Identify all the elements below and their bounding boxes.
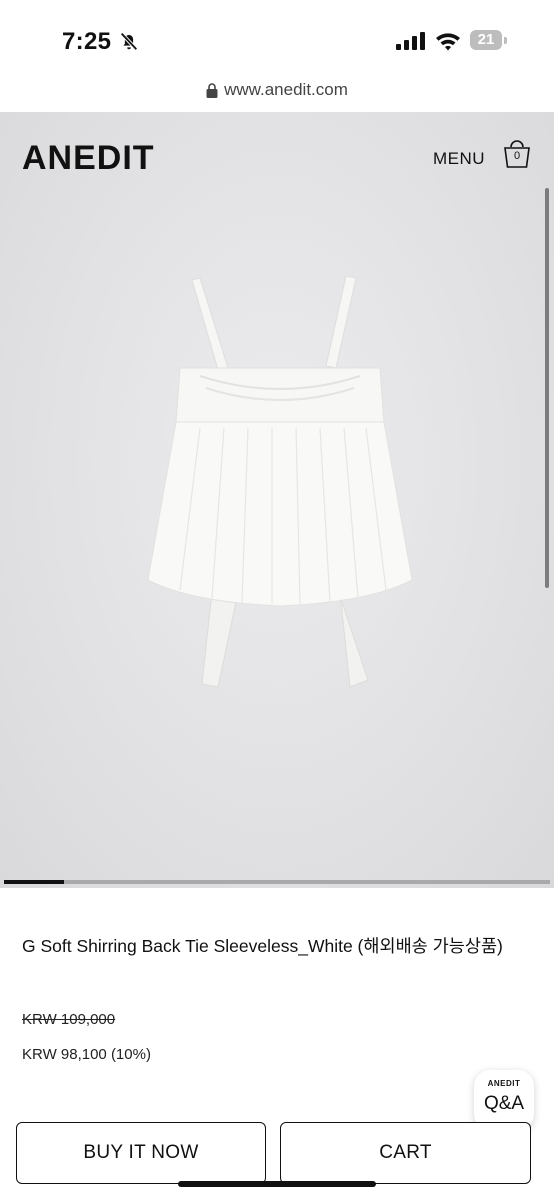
- menu-button[interactable]: MENU: [433, 149, 485, 169]
- cellular-signal-icon: [396, 32, 425, 50]
- gallery-progress: [4, 880, 550, 884]
- wifi-icon: [436, 33, 460, 51]
- battery-level: 21: [477, 31, 495, 48]
- brand-logo[interactable]: ANEDIT: [22, 139, 155, 178]
- qa-button[interactable]: ANEDIT Q&A: [474, 1070, 534, 1130]
- scrollbar[interactable]: [545, 188, 549, 588]
- cart-count: 0: [513, 150, 521, 162]
- product-gallery[interactable]: ANEDIT MENU 0: [0, 112, 554, 888]
- sale-price: KRW 98,100 (10%): [22, 1046, 151, 1063]
- original-price: KRW 109,000: [22, 1011, 116, 1028]
- buy-now-button[interactable]: BUY IT NOW: [16, 1122, 266, 1184]
- qa-brand: ANEDIT: [487, 1079, 521, 1088]
- product-image[interactable]: [140, 272, 420, 692]
- cart-icon-button[interactable]: 0: [502, 139, 532, 169]
- address-bar[interactable]: www.anedit.com: [0, 80, 554, 112]
- lock-icon: [206, 82, 218, 98]
- battery-icon: 21: [470, 30, 508, 50]
- status-time: 7:25: [62, 28, 112, 55]
- product-name: G Soft Shirring Back Tie Sleeveless_Whit…: [22, 936, 503, 956]
- add-to-cart-button[interactable]: CART: [280, 1122, 531, 1184]
- home-indicator[interactable]: [178, 1181, 376, 1187]
- bell-muted-icon: [120, 32, 138, 51]
- status-bar: 7:25 21: [0, 0, 554, 80]
- gallery-progress-fill: [4, 880, 65, 884]
- url-text: www.anedit.com: [224, 80, 348, 99]
- qa-label: Q&A: [483, 1093, 525, 1114]
